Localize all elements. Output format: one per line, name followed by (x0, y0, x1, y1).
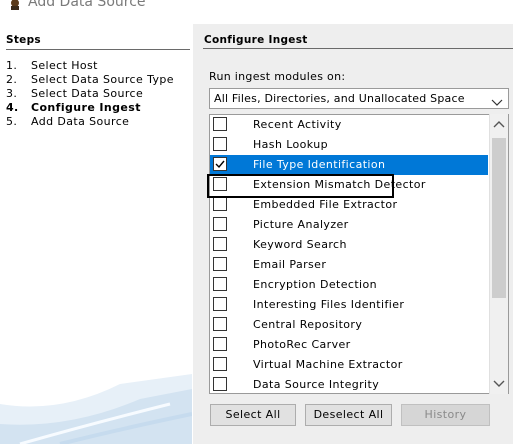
module-checkbox[interactable] (213, 137, 227, 151)
ingest-module-row[interactable]: Keyword Search (210, 235, 488, 255)
ingest-module-row[interactable]: Central Repository (210, 315, 488, 335)
module-label: Recent Activity (253, 118, 342, 131)
scrollbar-thumb[interactable] (492, 138, 506, 298)
run-modules-dropdown[interactable]: All Files, Directories, and Unallocated … (209, 88, 509, 109)
module-checkbox[interactable] (213, 177, 227, 191)
module-checkbox[interactable] (213, 377, 227, 391)
ingest-module-row[interactable]: Data Source Integrity (210, 375, 488, 393)
ingest-module-row[interactable]: Embedded File Extractor (210, 195, 488, 215)
steps-panel: Steps 1. Select Host 2. Select Data Source… (0, 30, 192, 444)
module-checkbox[interactable] (213, 337, 227, 351)
checkmark-icon (215, 160, 225, 169)
configure-ingest-divider (203, 48, 513, 49)
chevron-down-icon (491, 93, 503, 106)
step-item: 1. Select Host (6, 59, 98, 72)
modules-scrollbar[interactable] (489, 114, 508, 394)
module-label: Embedded File Extractor (253, 198, 398, 211)
module-label: Central Repository (253, 318, 363, 331)
module-checkbox[interactable] (213, 237, 227, 251)
steps-divider (6, 49, 190, 50)
module-label: Virtual Machine Extractor (253, 358, 403, 371)
step-item: 2. Select Data Source Type (6, 73, 174, 86)
step-item: 5. Add Data Source (6, 115, 130, 128)
module-checkbox[interactable] (213, 257, 227, 271)
step-item-current: 4. Configure Ingest (6, 101, 141, 114)
ingest-module-row[interactable]: File Type Identification (210, 155, 488, 175)
deselect-all-button[interactable]: Deselect All (305, 404, 392, 426)
scroll-up-arrow-icon[interactable] (490, 116, 508, 134)
select-all-button[interactable]: Select All (210, 404, 296, 426)
step-item: 3. Select Data Source (6, 87, 144, 100)
module-label: Interesting Files Identifier (253, 298, 405, 311)
title-bar: Add Data Source (0, 0, 513, 14)
history-button[interactable]: History (401, 404, 490, 426)
module-label: PhotoRec Carver (253, 338, 351, 351)
window-title: Add Data Source (28, 0, 146, 10)
ingest-modules-list: Recent Activity Hash Lookup File Type Iden… (209, 114, 509, 394)
module-checkbox[interactable] (213, 357, 227, 371)
module-label: Keyword Search (253, 238, 347, 251)
module-label: Data Source Integrity (253, 378, 380, 391)
scroll-down-arrow-icon[interactable] (490, 374, 508, 392)
run-modules-selected-value: All Files, Directories, and Unallocated … (214, 92, 465, 105)
module-label: File Type Identification (253, 158, 386, 171)
configure-ingest-panel: Configure Ingest Run ingest modules on: … (193, 24, 513, 444)
ingest-module-row[interactable]: Virtual Machine Extractor (210, 355, 488, 375)
module-label: Extension Mismatch Detector (253, 178, 426, 191)
module-checkbox[interactable] (213, 317, 227, 331)
run-modules-label: Run ingest modules on: (209, 70, 346, 83)
ingest-module-row[interactable]: Encryption Detection (210, 275, 488, 295)
module-label: Email Parser (253, 258, 327, 271)
module-label: Picture Analyzer (253, 218, 349, 231)
decorative-wave-graphic (0, 374, 192, 444)
steps-list: 1. Select Host 2. Select Data Source Type … (6, 59, 174, 129)
ingest-module-row[interactable]: Interesting Files Identifier (210, 295, 488, 315)
module-checkbox[interactable] (213, 197, 227, 211)
configure-ingest-heading: Configure Ingest (204, 34, 308, 46)
module-checkbox[interactable] (213, 217, 227, 231)
module-label: Hash Lookup (253, 138, 328, 151)
app-icon (8, 0, 22, 10)
ingest-module-row[interactable]: Picture Analyzer (210, 215, 488, 235)
ingest-module-row[interactable]: Recent Activity (210, 115, 488, 135)
ingest-module-row[interactable]: Hash Lookup (210, 135, 488, 155)
ingest-module-row[interactable]: Extension Mismatch Detector (210, 175, 488, 195)
module-checkbox-checked[interactable] (213, 157, 227, 171)
module-checkbox[interactable] (213, 277, 227, 291)
module-label: Encryption Detection (253, 278, 377, 291)
module-checkbox[interactable] (213, 117, 227, 131)
ingest-module-row[interactable]: Email Parser (210, 255, 488, 275)
steps-heading: Steps (6, 34, 41, 46)
ingest-module-row[interactable]: PhotoRec Carver (210, 335, 488, 355)
module-checkbox[interactable] (213, 297, 227, 311)
